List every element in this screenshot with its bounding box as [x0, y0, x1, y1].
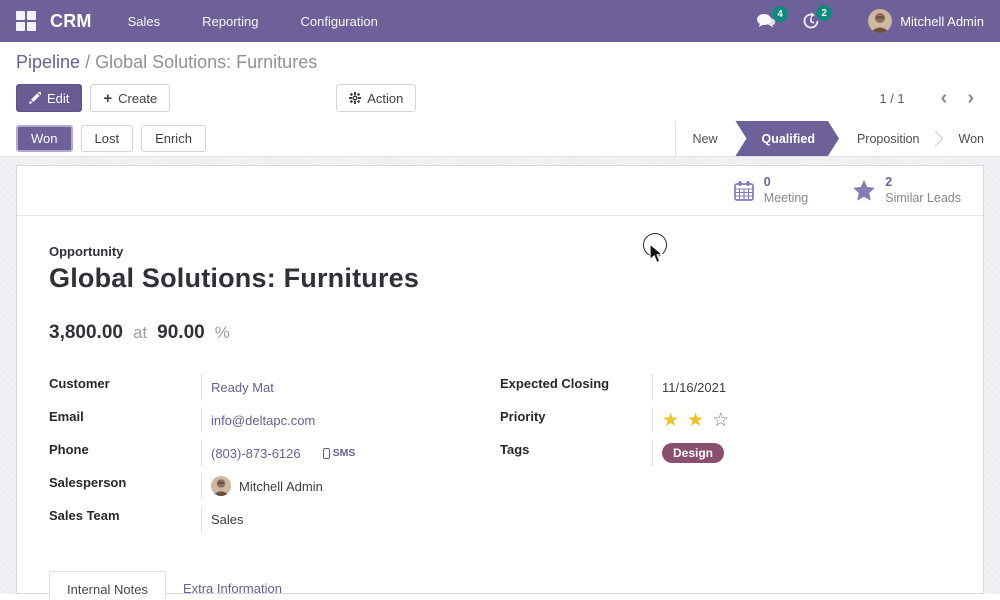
action-button[interactable]: Action: [336, 84, 416, 112]
nav-item-sales[interactable]: Sales: [128, 14, 161, 29]
enrich-button[interactable]: Enrich: [141, 125, 206, 152]
stage-qualified[interactable]: Qualified: [735, 121, 838, 156]
plus-icon: +: [103, 91, 112, 106]
nav-item-configuration[interactable]: Configuration: [301, 14, 378, 29]
similar-leads-stat-button[interactable]: 2 Similar Leads: [852, 175, 961, 206]
field-grid: Customer Ready Mat Email info@deltapc.co…: [49, 374, 951, 539]
top-navbar: CRM Sales Reporting Configuration 4 2: [0, 0, 1000, 42]
field-label: Tags: [500, 440, 652, 457]
tab-internal-notes[interactable]: Internal Notes: [49, 571, 166, 600]
email-link[interactable]: info@deltapc.com: [211, 413, 315, 428]
stage-proposition[interactable]: Proposition: [841, 121, 936, 156]
field-expected-closing: Expected Closing 11/16/2021: [500, 374, 951, 407]
field-priority: Priority ★ ★ ☆: [500, 407, 951, 440]
user-menu[interactable]: Mitchell Admin: [868, 9, 984, 33]
star-icon: [852, 179, 876, 202]
user-avatar: [868, 9, 892, 33]
priority-stars: ★ ★ ☆: [652, 407, 951, 433]
field-label: Phone: [49, 440, 201, 457]
field-label: Email: [49, 407, 201, 424]
pager: 1 / 1 ‹ ›: [879, 88, 984, 108]
field-label: Priority: [500, 407, 652, 424]
gear-icon: [349, 92, 361, 104]
pager-previous-icon[interactable]: ‹: [931, 88, 958, 108]
mobile-phone-icon: [323, 448, 330, 459]
salesperson-avatar: [211, 476, 231, 496]
notebook-tabs: Internal Notes Extra Information: [49, 571, 951, 600]
stage-won[interactable]: Won: [943, 121, 1000, 156]
create-button[interactable]: + Create: [90, 84, 170, 112]
pager-value: 1 / 1: [879, 91, 904, 106]
activities-badge: 2: [816, 5, 832, 21]
calendar-icon: [733, 180, 755, 202]
field-label: Expected Closing: [500, 374, 652, 391]
salesperson-name[interactable]: Mitchell Admin: [239, 479, 323, 494]
apps-menu-icon[interactable]: [16, 11, 36, 31]
phone-link[interactable]: (803)-873-6126: [211, 446, 301, 461]
tab-extra-information[interactable]: Extra Information: [166, 571, 299, 600]
stat-button-box: 0 Meeting 2 Similar Leads: [17, 166, 983, 216]
field-label: Salesperson: [49, 473, 201, 490]
nav-item-reporting[interactable]: Reporting: [202, 14, 258, 29]
star-filled-icon[interactable]: ★: [662, 411, 679, 430]
messages-button[interactable]: 4: [756, 13, 776, 29]
edit-button[interactable]: Edit: [16, 84, 82, 112]
expected-closing-value[interactable]: 11/16/2021: [662, 380, 726, 395]
app-name[interactable]: CRM: [50, 11, 92, 32]
expected-revenue: 3,800.00 at 90.00 %: [49, 322, 951, 344]
similar-leads-count: 2: [885, 175, 961, 191]
star-filled-icon[interactable]: ★: [687, 411, 704, 430]
stage-new[interactable]: New: [676, 121, 733, 156]
pager-next-icon[interactable]: ›: [957, 88, 984, 108]
field-phone: Phone (803)-873-6126 SMS: [49, 440, 500, 473]
probability-value: 90.00: [157, 322, 205, 344]
user-name: Mitchell Admin: [900, 14, 984, 29]
amount-value: 3,800.00: [49, 322, 123, 344]
at-label: at: [133, 323, 147, 343]
breadcrumb-separator: /: [85, 52, 90, 72]
field-customer: Customer Ready Mat: [49, 374, 500, 407]
similar-leads-label: Similar Leads: [885, 191, 961, 207]
status-row: Won Lost Enrich New Qualified Propositio…: [0, 121, 1000, 157]
field-email: Email info@deltapc.com: [49, 407, 500, 440]
sales-team-value[interactable]: Sales: [211, 512, 244, 527]
messages-badge: 4: [772, 6, 788, 22]
breadcrumb: Pipeline / Global Solutions: Furnitures: [16, 52, 984, 73]
stage-bar: New Qualified Proposition Won: [675, 121, 1000, 156]
star-empty-icon[interactable]: ☆: [712, 411, 729, 430]
meeting-stat-button[interactable]: 0 Meeting: [733, 175, 808, 206]
field-sales-team: Sales Team Sales: [49, 506, 500, 539]
activities-button[interactable]: 2: [802, 12, 820, 30]
record-type-label: Opportunity: [49, 244, 951, 259]
meeting-count: 0: [764, 175, 808, 191]
pencil-icon: [29, 92, 41, 104]
breadcrumb-pipeline-link[interactable]: Pipeline: [16, 52, 80, 72]
percent-sign: %: [215, 323, 230, 343]
page-title: Global Solutions: Furnitures: [49, 263, 951, 294]
field-salesperson: Salesperson Mitchell Admin: [49, 473, 500, 506]
form-background: 0 Meeting 2 Similar Leads Opportunity Gl…: [0, 157, 1000, 594]
tag-design[interactable]: Design: [662, 443, 724, 463]
won-button[interactable]: Won: [16, 125, 73, 152]
field-tags: Tags Design: [500, 440, 951, 473]
field-label: Customer: [49, 374, 201, 391]
lost-button[interactable]: Lost: [81, 125, 134, 152]
form-sheet: 0 Meeting 2 Similar Leads Opportunity Gl…: [16, 165, 984, 594]
control-panel: Pipeline / Global Solutions: Furnitures …: [0, 42, 1000, 121]
field-label: Sales Team: [49, 506, 201, 523]
breadcrumb-current: Global Solutions: Furnitures: [95, 52, 317, 72]
meeting-label: Meeting: [764, 191, 808, 207]
customer-link[interactable]: Ready Mat: [211, 380, 274, 395]
sms-button[interactable]: SMS: [323, 447, 356, 459]
